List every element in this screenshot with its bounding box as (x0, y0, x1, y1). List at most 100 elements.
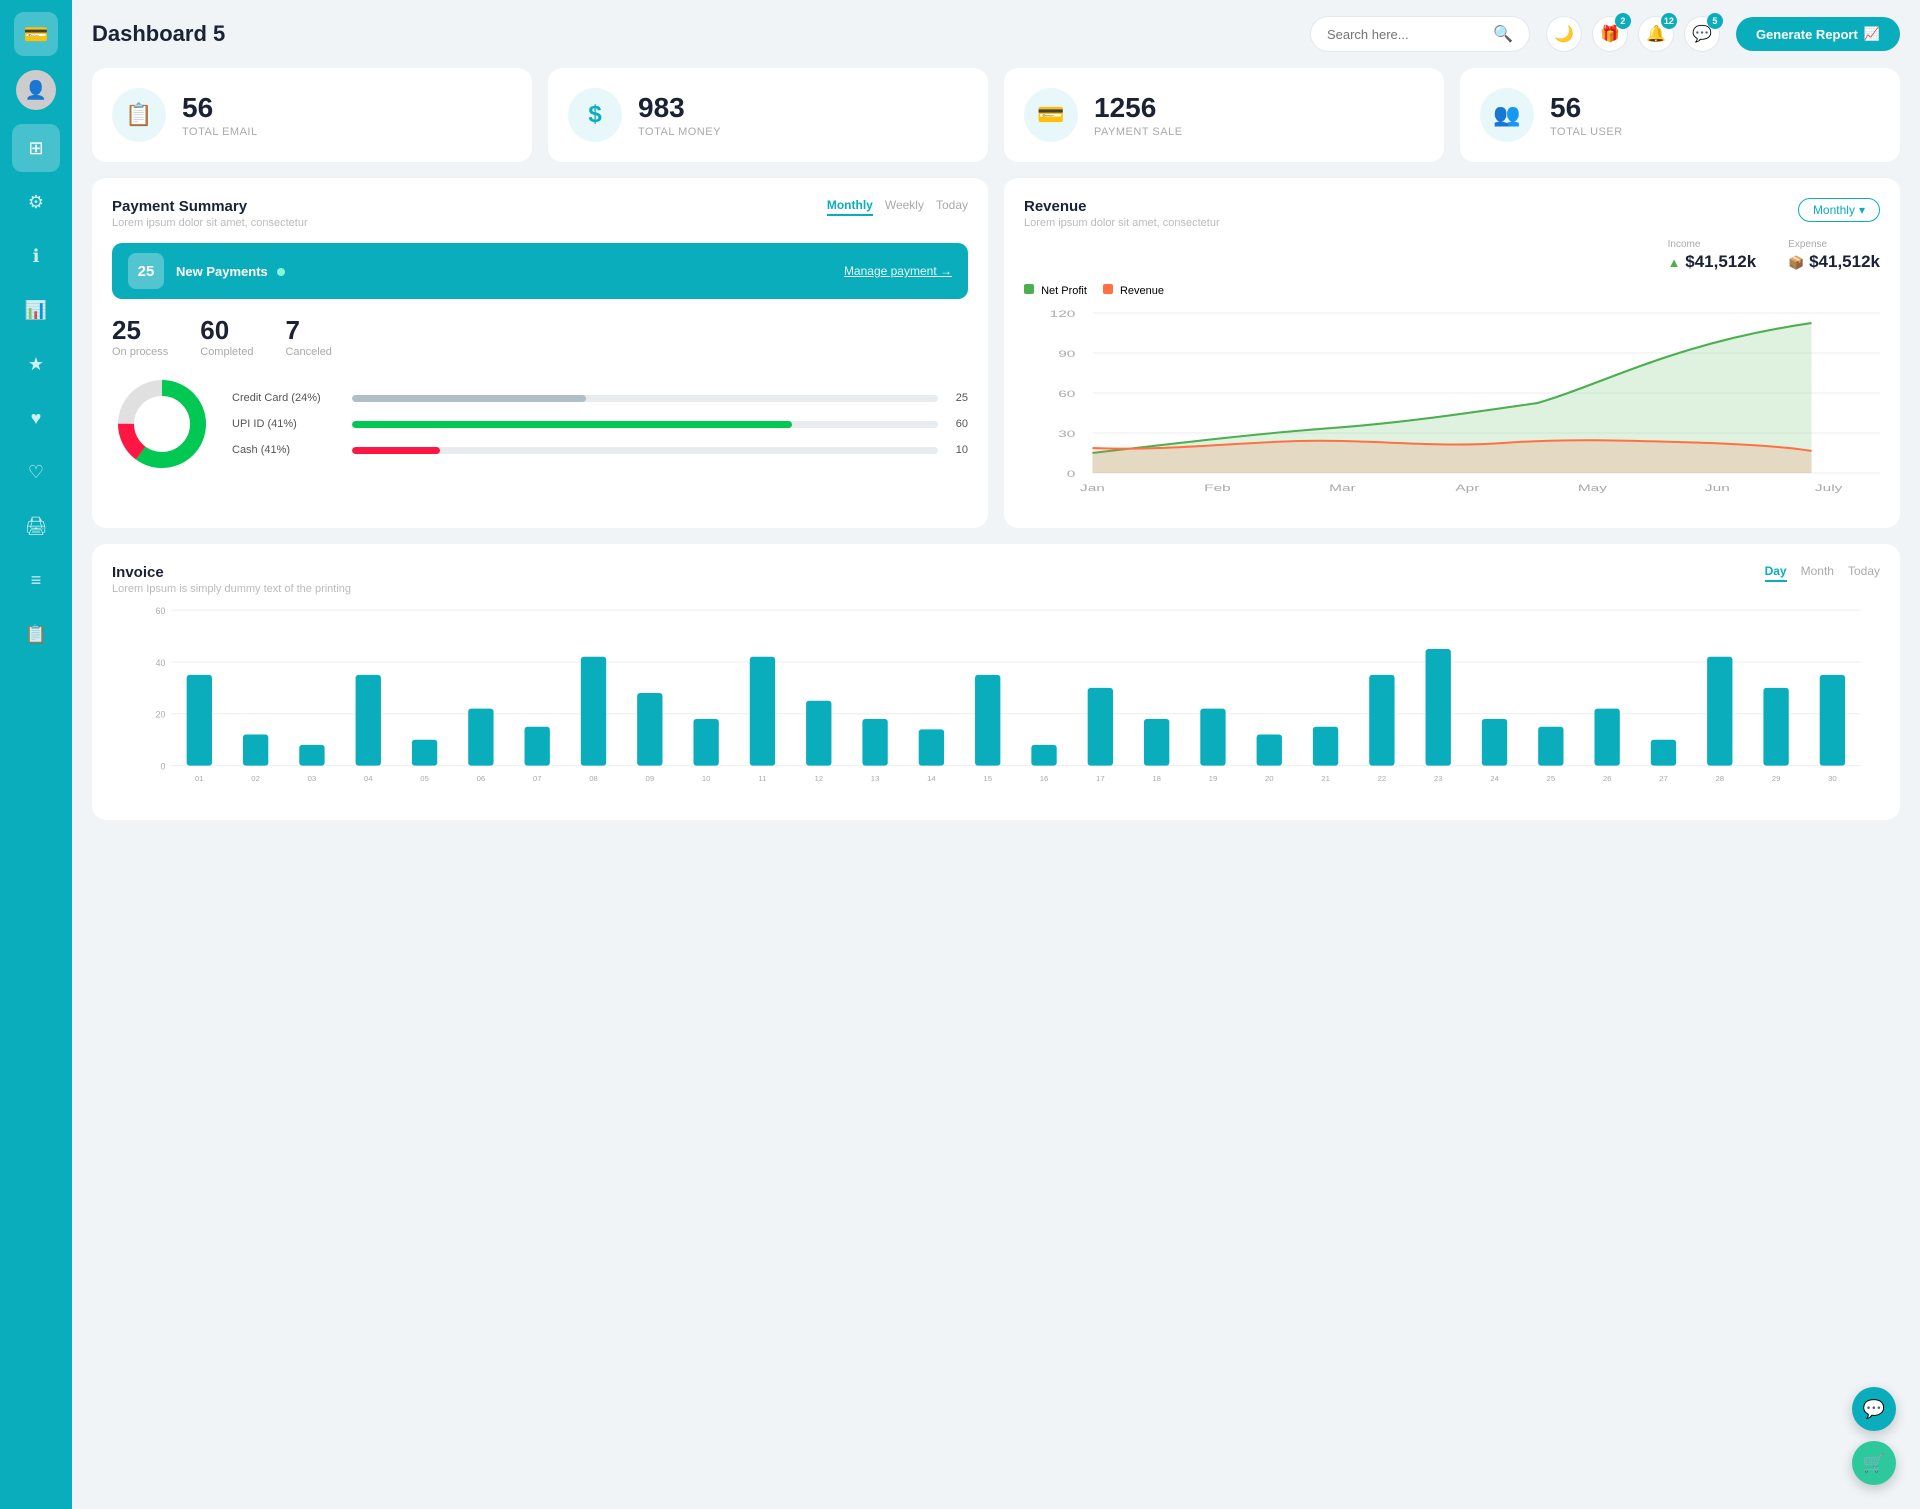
completed-value: 60 (200, 315, 253, 346)
sidebar-item-heart2[interactable]: ♡ (12, 448, 60, 496)
svg-text:30: 30 (1058, 429, 1075, 439)
on-process-label: On process (112, 346, 168, 358)
svg-text:03: 03 (308, 774, 317, 783)
svg-text:24: 24 (1490, 774, 1499, 783)
progress-row-credit: Credit Card (24%) 25 (232, 392, 968, 404)
stat-card-payment: 💳 1256 PAYMENT SALE (1004, 68, 1444, 162)
income-value: ▲ $41,512k (1668, 252, 1757, 272)
sidebar-item-analytics[interactable]: 📊 (12, 286, 60, 334)
tab-weekly[interactable]: Weekly (885, 198, 924, 216)
sidebar-item-clipboard[interactable]: 📋 (12, 610, 60, 658)
chevron-down-icon: ▾ (1859, 203, 1865, 217)
upi-fill (352, 421, 792, 428)
invoice-tab-month[interactable]: Month (1801, 564, 1834, 582)
svg-text:Jan: Jan (1080, 483, 1105, 493)
avatar[interactable]: 👤 (16, 70, 56, 110)
revenue-card: Revenue Lorem ipsum dolor sit amet, cons… (1004, 178, 1900, 528)
payment-stats: 25 On process 60 Completed 7 Canceled (112, 315, 968, 358)
svg-text:20: 20 (1265, 774, 1274, 783)
svg-text:10: 10 (702, 774, 711, 783)
invoice-chart-svg: 0204060010203040506070809101112131415161… (142, 605, 1880, 795)
cash-fill (352, 447, 440, 454)
upi-val: 60 (948, 418, 968, 430)
chart-legend: Net Profit Revenue (1024, 284, 1880, 297)
sidebar-item-star[interactable]: ★ (12, 340, 60, 388)
svg-text:27: 27 (1659, 774, 1668, 783)
payment-summary-title: Payment Summary (112, 198, 308, 215)
payment-summary-header: Payment Summary Lorem ipsum dolor sit am… (112, 198, 968, 229)
tab-monthly[interactable]: Monthly (827, 198, 873, 216)
manage-payment-link[interactable]: Manage payment → (844, 264, 952, 278)
chat-btn[interactable]: 💬 5 (1684, 16, 1720, 52)
svg-text:May: May (1578, 483, 1608, 493)
svg-text:04: 04 (364, 774, 373, 783)
svg-text:09: 09 (646, 774, 655, 783)
svg-text:25: 25 (1547, 774, 1556, 783)
income-expense-area: Income ▲ $41,512k Expense 📦 $41,512k (1024, 239, 1880, 272)
svg-text:18: 18 (1152, 774, 1161, 783)
email-icon: 📋 (112, 88, 166, 142)
svg-text:16: 16 (1040, 774, 1049, 783)
sidebar-item-info[interactable]: ℹ (12, 232, 60, 280)
expense-label: Expense (1788, 239, 1827, 250)
users-value: 56 (1550, 92, 1623, 124)
page-title: Dashboard 5 (92, 21, 1294, 47)
svg-text:120: 120 (1050, 309, 1076, 319)
svg-text:26: 26 (1603, 774, 1612, 783)
search-input[interactable] (1327, 27, 1485, 42)
tab-today[interactable]: Today (936, 198, 968, 216)
sidebar-item-settings[interactable]: ⚙ (12, 178, 60, 226)
invoice-card: Invoice Lorem Ipsum is simply dummy text… (92, 544, 1900, 820)
theme-toggle-btn[interactable]: 🌙 (1546, 16, 1582, 52)
svg-text:30: 30 (1828, 774, 1837, 783)
svg-text:05: 05 (420, 774, 429, 783)
support-fab[interactable]: 💬 (1852, 1387, 1896, 1431)
email-label: TOTAL EMAIL (182, 126, 258, 138)
progress-row-cash: Cash (41%) 10 (232, 444, 968, 456)
revenue-title: Revenue (1024, 198, 1220, 215)
stat-card-users: 👥 56 TOTAL USER (1460, 68, 1900, 162)
credit-track (352, 395, 938, 402)
sidebar: 💳 👤 ⊞ ⚙ ℹ 📊 ★ ♥ ♡ 🖨 ≡ 📋 (0, 0, 72, 1509)
payment-tab-group: Monthly Weekly Today (827, 198, 968, 216)
income-label: Income (1668, 239, 1701, 250)
credit-fill (352, 395, 586, 402)
invoice-tab-day[interactable]: Day (1765, 564, 1787, 582)
svg-text:Jun: Jun (1705, 483, 1730, 493)
money-label: TOTAL MONEY (638, 126, 721, 138)
svg-text:20: 20 (156, 710, 166, 720)
svg-text:29: 29 (1772, 774, 1781, 783)
svg-text:28: 28 (1715, 774, 1724, 783)
progress-bars: Credit Card (24%) 25 UPI ID (41%) 60 (232, 374, 968, 474)
credit-label: Credit Card (24%) (232, 392, 342, 404)
generate-report-button[interactable]: Generate Report 📈 (1736, 17, 1900, 51)
income-arrow-icon: ▲ (1668, 255, 1681, 270)
svg-text:July: July (1815, 483, 1843, 493)
sidebar-item-list[interactable]: ≡ (12, 556, 60, 604)
svg-text:40: 40 (156, 658, 166, 668)
net-profit-dot (1024, 284, 1034, 294)
money-icon: $ (568, 88, 622, 142)
stat-on-process: 25 On process (112, 315, 168, 358)
stat-card-money: $ 983 TOTAL MONEY (548, 68, 988, 162)
sidebar-item-dashboard[interactable]: ⊞ (12, 124, 60, 172)
invoice-tab-today[interactable]: Today (1848, 564, 1880, 582)
money-value: 983 (638, 92, 721, 124)
svg-text:13: 13 (871, 774, 880, 783)
gift-btn[interactable]: 🎁 2 (1592, 16, 1628, 52)
cart-fab[interactable]: 🛒 (1852, 1441, 1896, 1485)
bell-btn[interactable]: 🔔 12 (1638, 16, 1674, 52)
sidebar-item-print[interactable]: 🖨 (12, 502, 60, 550)
upi-label: UPI ID (41%) (232, 418, 342, 430)
bell-badge: 12 (1661, 13, 1677, 29)
svg-text:01: 01 (195, 774, 204, 783)
fab-area: 💬 🛒 (1852, 1387, 1896, 1485)
svg-text:22: 22 (1378, 774, 1387, 783)
new-payments-label: New Payments (176, 264, 832, 279)
revenue-monthly-btn[interactable]: Monthly ▾ (1798, 198, 1880, 222)
payment-icon: 💳 (1024, 88, 1078, 142)
svg-text:Feb: Feb (1204, 483, 1231, 493)
search-bar[interactable]: 🔍 (1310, 16, 1530, 52)
generate-report-label: Generate Report (1756, 27, 1858, 42)
sidebar-item-heart[interactable]: ♥ (12, 394, 60, 442)
